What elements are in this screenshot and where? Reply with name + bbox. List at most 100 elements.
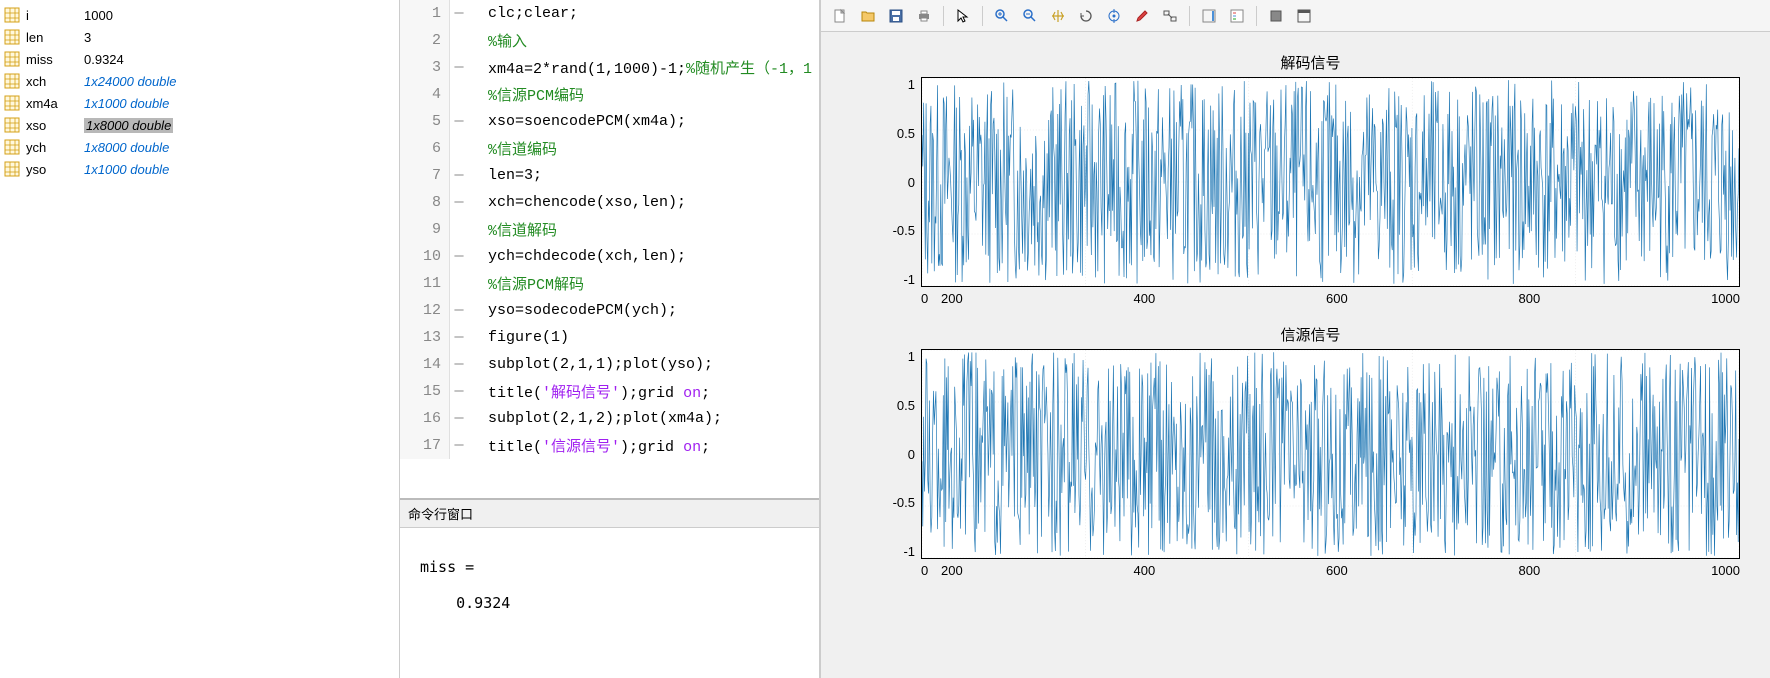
matrix-icon (4, 51, 20, 67)
zoom-out-icon[interactable] (1017, 3, 1043, 29)
code-text[interactable]: %信道解码 (468, 219, 557, 240)
code-text[interactable]: xso=soencodePCM(xm4a); (468, 113, 686, 130)
code-line-14[interactable]: 14—subplot(2,1,1);plot(yso); (400, 351, 819, 378)
code-line-10[interactable]: 10—ych=chdecode(xch,len); (400, 243, 819, 270)
new-icon[interactable] (827, 3, 853, 29)
workspace-var-i[interactable]: i1000 (0, 4, 399, 26)
code-line-17[interactable]: 17—title('信源信号');grid on; (400, 432, 819, 459)
xtick-label: 0 (921, 291, 941, 306)
command-window-output[interactable]: miss = 0.9324 (400, 528, 819, 678)
print-icon[interactable] (911, 3, 937, 29)
breakpoint-dash[interactable]: — (450, 167, 468, 184)
var-value: 1x24000 double (84, 74, 177, 89)
code-line-2[interactable]: 2%输入 (400, 27, 819, 54)
workspace-var-miss[interactable]: miss0.9324 (0, 48, 399, 70)
colorbar-icon[interactable] (1196, 3, 1222, 29)
subplot-2[interactable]: 信源信号10.50-0.5-102004006008001000 (881, 324, 1740, 578)
code-line-3[interactable]: 3—xm4a=2*rand(1,1000)-1;%随机产生（-1，1 (400, 54, 819, 81)
code-text[interactable]: len=3; (468, 167, 542, 184)
brush-icon[interactable] (1129, 3, 1155, 29)
workspace-var-len[interactable]: len3 (0, 26, 399, 48)
code-line-6[interactable]: 6 %信道编码 (400, 135, 819, 162)
code-editor[interactable]: 1—clc;clear;2%输入3—xm4a=2*rand(1,1000)-1;… (400, 0, 819, 498)
var-name: xm4a (26, 96, 84, 111)
line-number: 12 (400, 297, 450, 324)
breakpoint-dash[interactable]: — (450, 5, 468, 22)
save-icon[interactable] (883, 3, 909, 29)
code-text[interactable]: title('解码信号');grid on; (468, 381, 710, 402)
code-line-15[interactable]: 15—title('解码信号');grid on; (400, 378, 819, 405)
code-text[interactable]: %信源PCM编码 (468, 84, 584, 105)
code-line-8[interactable]: 8—xch=chencode(xso,len); (400, 189, 819, 216)
code-text[interactable]: subplot(2,1,2);plot(xm4a); (468, 410, 722, 427)
xtick-label: 800 (1519, 291, 1712, 306)
breakpoint-dash[interactable]: — (450, 437, 468, 454)
axes[interactable] (921, 349, 1740, 559)
line-number: 7 (400, 162, 450, 189)
axes[interactable] (921, 77, 1740, 287)
link-icon[interactable] (1157, 3, 1183, 29)
code-text[interactable]: title('信源信号');grid on; (468, 435, 710, 456)
datatip-icon[interactable] (1101, 3, 1127, 29)
code-line-12[interactable]: 12—yso=sodecodePCM(ych); (400, 297, 819, 324)
code-text[interactable]: ych=chdecode(xch,len); (468, 248, 686, 265)
code-text[interactable]: clc;clear; (468, 5, 578, 22)
code-text[interactable]: subplot(2,1,1);plot(yso); (468, 356, 713, 373)
open-icon[interactable] (855, 3, 881, 29)
zoom-in-icon[interactable] (989, 3, 1015, 29)
breakpoint-dash[interactable]: — (450, 248, 468, 265)
breakpoint-dash[interactable]: — (450, 59, 468, 76)
code-line-4[interactable]: 4%信源PCM编码 (400, 81, 819, 108)
code-text[interactable]: figure(1) (468, 329, 569, 346)
code-line-9[interactable]: 9%信道解码 (400, 216, 819, 243)
pointer-icon[interactable] (950, 3, 976, 29)
workspace-var-xso[interactable]: xso1x8000 double (0, 114, 399, 136)
breakpoint-dash[interactable]: — (450, 356, 468, 373)
legend-icon[interactable] (1224, 3, 1250, 29)
var-name: ych (26, 140, 84, 155)
xtick-label: 800 (1519, 563, 1712, 578)
figure-toolbar (821, 0, 1770, 32)
workspace-var-yso[interactable]: yso1x1000 double (0, 158, 399, 180)
plot-title: 信源信号 (881, 324, 1740, 345)
breakpoint-dash[interactable]: — (450, 113, 468, 130)
xtick-label: 400 (1134, 563, 1327, 578)
breakpoint-dash[interactable]: — (450, 302, 468, 319)
code-text[interactable]: %信源PCM解码 (468, 273, 584, 294)
workspace-var-xm4a[interactable]: xm4a1x1000 double (0, 92, 399, 114)
line-number: 15 (400, 378, 450, 405)
code-text[interactable]: xm4a=2*rand(1,1000)-1;%随机产生（-1，1 (468, 57, 812, 78)
toolbar-separator (1256, 6, 1257, 26)
code-line-11[interactable]: 11%信源PCM解码 (400, 270, 819, 297)
var-value: 1x1000 double (84, 96, 169, 111)
code-line-1[interactable]: 1—clc;clear; (400, 0, 819, 27)
line-number: 1 (400, 0, 450, 27)
workspace-var-xch[interactable]: xch1x24000 double (0, 70, 399, 92)
breakpoint-dash[interactable]: — (450, 194, 468, 211)
command-window[interactable]: 命令行窗口 miss = 0.9324 (400, 498, 819, 678)
code-line-13[interactable]: 13—figure(1) (400, 324, 819, 351)
code-text[interactable]: yso=sodecodePCM(ych); (468, 302, 677, 319)
breakpoint-dash[interactable]: — (450, 410, 468, 427)
xtick-label: 400 (1134, 291, 1327, 306)
code-text[interactable]: %输入 (468, 30, 527, 51)
pan-icon[interactable] (1045, 3, 1071, 29)
breakpoint-dash[interactable]: — (450, 383, 468, 400)
code-line-7[interactable]: 7—len=3; (400, 162, 819, 189)
code-line-5[interactable]: 5—xso=soencodePCM(xm4a); (400, 108, 819, 135)
workspace-var-ych[interactable]: ych1x8000 double (0, 136, 399, 158)
line-number: 6 (400, 135, 450, 162)
code-text[interactable]: xch=chencode(xso,len); (468, 194, 686, 211)
hide-icon[interactable] (1263, 3, 1289, 29)
ytick-label: -0.5 (893, 495, 915, 510)
rotate-icon[interactable] (1073, 3, 1099, 29)
breakpoint-dash[interactable]: — (450, 329, 468, 346)
x-axis-ticks: 02004006008001000 (921, 287, 1740, 306)
var-name: i (26, 8, 84, 23)
subplot-1[interactable]: 解码信号10.50-0.5-102004006008001000 (881, 52, 1740, 306)
ytick-label: -1 (903, 544, 915, 559)
code-text[interactable]: %信道编码 (468, 138, 557, 159)
code-line-16[interactable]: 16—subplot(2,1,2);plot(xm4a); (400, 405, 819, 432)
dock-icon[interactable] (1291, 3, 1317, 29)
workspace-panel[interactable]: i1000len3miss0.9324xch1x24000 doublexm4a… (0, 0, 400, 678)
